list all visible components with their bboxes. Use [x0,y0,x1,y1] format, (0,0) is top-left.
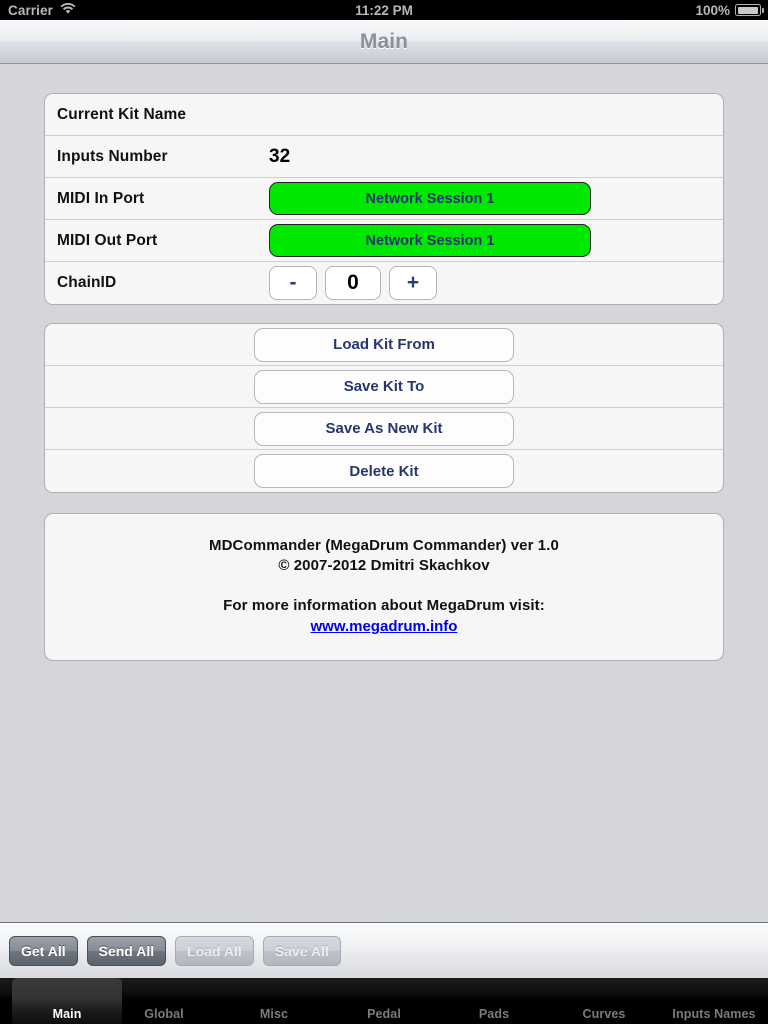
kit-actions-table: Load Kit From Save Kit To Save As New Ki… [44,323,724,493]
about-spacer [55,576,713,596]
send-all-button[interactable]: Send All [86,935,167,966]
delete-kit-button[interactable]: Delete Kit [254,454,514,488]
table-row-delete-kit: Delete Kit [45,450,723,492]
about-more-info: For more information about MegaDrum visi… [223,597,545,614]
status-bar: Carrier 11:22 PM 100% [0,0,768,20]
about-panel: MDCommander (MegaDrum Commander) ver 1.0… [44,513,724,661]
tab-label: Pedal [367,1007,401,1021]
chainid-decrement-button[interactable]: - [269,266,317,300]
table-row-midi-out-port: MIDI Out Port Network Session 1 [45,220,723,262]
save-kit-to-button[interactable]: Save Kit To [254,369,514,404]
battery-fill [737,6,758,14]
table-row-load-kit-from: Load Kit From [45,324,723,366]
midi-out-port-button[interactable]: Network Session 1 [269,224,591,257]
tab-pads[interactable]: Pads [439,978,549,1024]
row-label: MIDI Out Port [57,231,158,249]
tab-label: Global [144,1007,184,1021]
about-content: MDCommander (MegaDrum Commander) ver 1.0… [45,514,723,660]
chainid-stepper: - 0 + [269,266,437,300]
tab-label: Main [52,1007,82,1021]
battery-percent-label: 100% [695,2,730,18]
table-row-midi-in-port: MIDI In Port Network Session 1 [45,178,723,220]
status-bar-clock: 11:22 PM [355,2,413,18]
load-all-button: Load All [175,935,254,966]
save-as-new-kit-button[interactable]: Save As New Kit [254,411,514,446]
battery-icon [735,4,764,16]
tab-global[interactable]: Global [109,978,219,1024]
row-label: Current Kit Name [57,105,187,123]
navigation-bar: Main [0,20,768,64]
row-label: ChainID [57,274,117,291]
bottom-toolbar: Get All Send All Load All Save All [0,922,768,978]
load-kit-from-button[interactable]: Load Kit From [254,327,514,362]
tab-label: Inputs Names [672,1007,756,1021]
megadrum-website-link[interactable]: www.megadrum.info [311,618,458,635]
inputs-number-value: 32 [269,145,291,167]
tab-label: Curves [582,1007,626,1021]
tab-pedal[interactable]: Pedal [329,978,439,1024]
about-app-version: MDCommander (MegaDrum Commander) ver 1.0 [209,537,559,554]
tab-bar: Main Global Misc Pedal Pads Curves Input… [0,978,768,1024]
table-row-current-kit-name[interactable]: Current Kit Name [45,94,723,136]
tab-misc[interactable]: Misc [219,978,329,1024]
chainid-increment-button[interactable]: + [389,266,437,300]
about-copyright: © 2007-2012 Dmitri Skachkov [278,557,490,574]
tab-curves[interactable]: Curves [549,978,659,1024]
tab-label: Misc [259,1007,289,1021]
table-row-inputs-number[interactable]: Inputs Number 32 [45,136,723,178]
main-content: Current Kit Name Inputs Number 32 MIDI I… [0,65,768,922]
save-all-button: Save All [262,935,341,966]
settings-table: Current Kit Name Inputs Number 32 MIDI I… [44,93,724,305]
midi-in-port-button[interactable]: Network Session 1 [269,182,591,215]
tab-inputs-names[interactable]: Inputs Names [659,978,768,1024]
page-title: Main [359,29,409,53]
table-row-chainid: ChainID - 0 + [45,262,723,304]
table-row-save-kit-to: Save Kit To [45,366,723,408]
row-label: Inputs Number [57,147,168,165]
tab-label: Pads [478,1007,510,1021]
tab-main[interactable]: Main [12,978,122,1024]
get-all-button[interactable]: Get All [9,935,78,966]
chainid-value[interactable]: 0 [325,266,381,300]
table-row-save-as-new-kit: Save As New Kit [45,408,723,450]
status-bar-right: 100% [695,2,764,18]
row-label: MIDI In Port [57,189,145,207]
